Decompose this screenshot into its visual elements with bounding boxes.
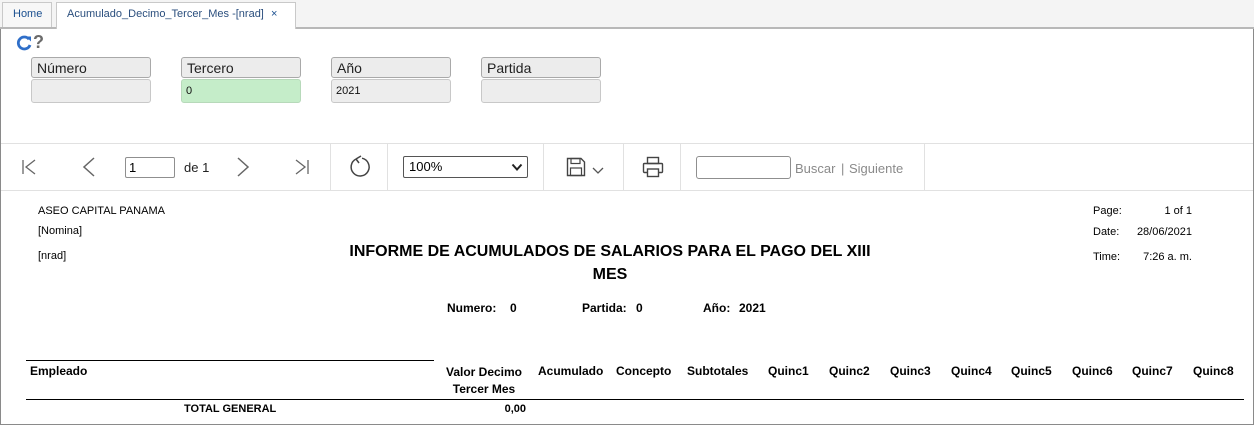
param-anio-field[interactable]: 2021 xyxy=(331,79,451,103)
refresh-icon[interactable] xyxy=(16,35,32,51)
col-quinc6: Quinc6 xyxy=(1072,364,1113,378)
first-page-icon[interactable] xyxy=(21,159,37,175)
close-icon[interactable]: × xyxy=(271,8,277,20)
param-tercero-label: Tercero xyxy=(181,57,301,78)
param-partida-label: Partida xyxy=(481,57,601,78)
header-bottom-rule xyxy=(26,399,1244,400)
col-valor-line1: Valor Decimo xyxy=(445,365,523,379)
toolbar-separator xyxy=(924,144,925,191)
toolbar-separator xyxy=(543,144,544,191)
report-title-line2: MES xyxy=(592,266,628,283)
chevron-down-icon[interactable] xyxy=(592,166,604,176)
col-quinc2: Quinc2 xyxy=(829,364,870,378)
col-quinc4: Quinc4 xyxy=(951,364,992,378)
header-top-rule xyxy=(26,360,434,361)
anio-label: Año: xyxy=(703,301,731,315)
col-empleado: Empleado xyxy=(30,364,88,378)
next-page-icon[interactable] xyxy=(236,157,250,177)
col-concepto: Concepto xyxy=(616,364,672,378)
buscar-link[interactable]: Buscar xyxy=(795,161,835,176)
page-number-input[interactable]: 1 xyxy=(125,157,175,178)
total-general-label: TOTAL GENERAL xyxy=(184,403,277,415)
param-numero-field[interactable] xyxy=(31,79,151,103)
param-tercero-field[interactable]: 0 xyxy=(181,79,301,103)
report-title: INFORME DE ACUMULADOS DE SALARIOS PARA E… xyxy=(340,240,880,286)
col-quinc1: Quinc1 xyxy=(768,364,809,378)
nomina-label: [Nomina] xyxy=(38,225,83,237)
tab-home-label: Home xyxy=(13,8,43,20)
partida-value: 0 xyxy=(636,301,643,315)
col-valor-line2: Tercer Mes xyxy=(452,382,516,396)
print-icon[interactable] xyxy=(642,156,664,178)
numero-label: Numero: xyxy=(447,301,497,315)
zoom-select[interactable]: 100% xyxy=(403,156,528,178)
search-separator: | xyxy=(841,161,845,176)
previous-page-icon[interactable] xyxy=(82,157,96,177)
col-acumulado: Acumulado xyxy=(538,364,604,378)
page-value: 1 of 1 xyxy=(1164,205,1192,217)
save-icon[interactable] xyxy=(566,157,586,177)
last-page-icon[interactable] xyxy=(294,159,310,175)
search-input[interactable] xyxy=(696,156,791,179)
toolbar-separator xyxy=(330,144,331,191)
zoom-value: 100% xyxy=(409,159,443,174)
toolbar-separator xyxy=(387,144,388,191)
report-toolbar: 1 de 1 100% Buscar | Siguiente xyxy=(1,143,1253,191)
siguiente-link[interactable]: Siguiente xyxy=(849,161,903,176)
col-valor-decimo: Valor Decimo Tercer Mes xyxy=(434,364,534,398)
col-subtotales: Subtotales xyxy=(687,364,749,378)
tab-bar: Home Acumulado_Decimo_Tercer_Mes -[nrad]… xyxy=(0,0,1254,29)
toolbar-separator xyxy=(680,144,681,191)
time-value: 7:26 a. m. xyxy=(1143,251,1192,263)
total-general-value: 0,00 xyxy=(504,403,526,415)
tab-home[interactable]: Home xyxy=(2,2,52,27)
partida-label: Partida: xyxy=(582,301,627,315)
anio-value: 2021 xyxy=(739,301,766,315)
col-quinc7: Quinc7 xyxy=(1132,364,1173,378)
tab-report[interactable]: Acumulado_Decimo_Tercer_Mes -[nrad] × xyxy=(56,2,296,29)
tab-report-label: Acumulado_Decimo_Tercer_Mes -[nrad] xyxy=(67,8,264,20)
col-quinc5: Quinc5 xyxy=(1011,364,1052,378)
param-anio-label: Año xyxy=(331,57,451,78)
param-partida-field[interactable] xyxy=(481,79,601,103)
company-name: ASEO CAPITAL PANAMA xyxy=(38,205,165,217)
toolbar-separator xyxy=(623,144,624,191)
report-title-line1: INFORME DE ACUMULADOS DE SALARIOS PARA E… xyxy=(349,243,871,260)
page-count-label: de 1 xyxy=(184,160,210,175)
col-quinc3: Quinc3 xyxy=(890,364,931,378)
numero-value: 0 xyxy=(510,301,517,315)
col-quinc8: Quinc8 xyxy=(1193,364,1234,378)
param-numero-label: Número xyxy=(31,57,151,78)
user-label: [nrad] xyxy=(38,250,67,262)
chevron-down-icon xyxy=(511,163,523,171)
help-icon[interactable]: ? xyxy=(33,32,44,53)
refresh-report-icon[interactable] xyxy=(348,155,372,179)
date-value: 28/06/2021 xyxy=(1136,226,1192,238)
